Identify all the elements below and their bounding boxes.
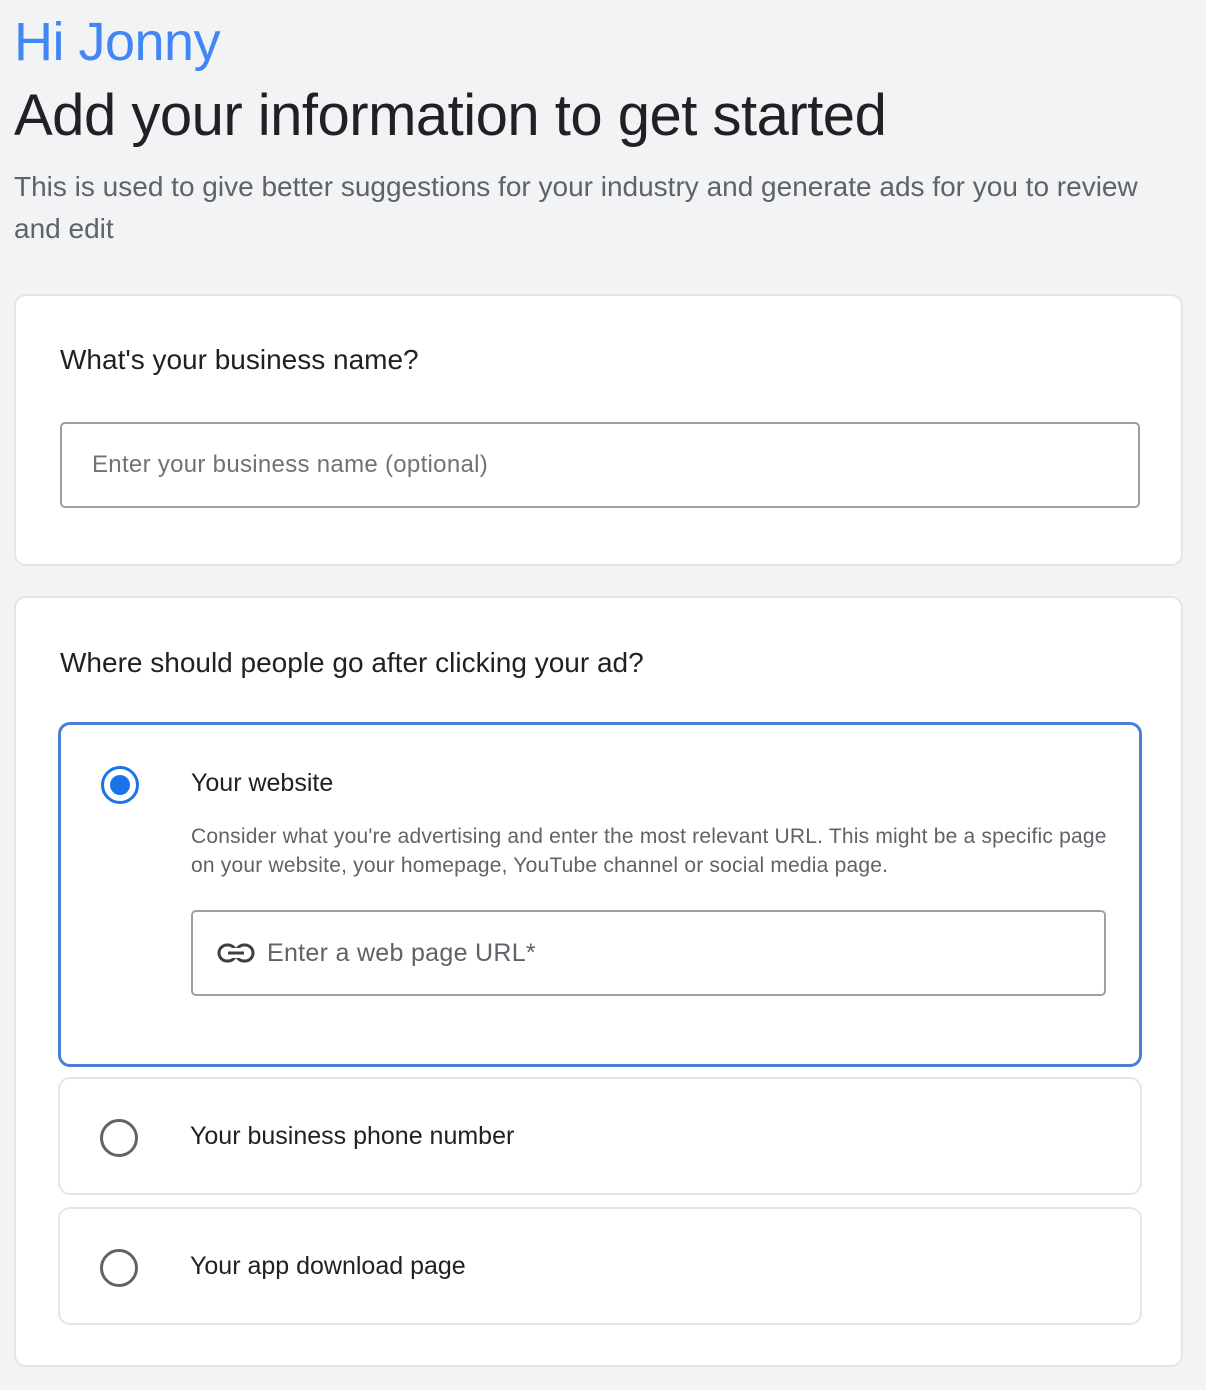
website-radio[interactable] (101, 766, 139, 804)
url-placeholder: Enter a web page URL* (267, 938, 536, 967)
business-name-card: What's your business name? Enter your bu… (14, 294, 1183, 566)
page: Hi Jonny Add your information to get sta… (0, 0, 1206, 1390)
option-website-label: Your website (191, 769, 334, 797)
business-name-question: What's your business name? (60, 344, 419, 375)
app-radio[interactable] (100, 1249, 138, 1287)
option-phone[interactable]: Your business phone number (58, 1077, 1142, 1195)
option-phone-label: Your business phone number (190, 1122, 515, 1150)
link-icon (217, 943, 255, 963)
page-title: Add your information to get started (14, 83, 887, 148)
greeting: Hi Jonny (14, 12, 221, 72)
business-name-input[interactable]: Enter your business name (optional) (60, 422, 1140, 508)
url-input[interactable]: Enter a web page URL* (191, 910, 1106, 996)
option-website[interactable]: Your website Consider what you're advert… (58, 722, 1142, 1067)
ad-destination-card: Where should people go after clicking yo… (14, 596, 1183, 1367)
option-website-description: Consider what you're advertising and ent… (191, 825, 1107, 877)
ad-destination-question: Where should people go after clicking yo… (60, 647, 644, 678)
option-app-label: Your app download page (190, 1252, 466, 1280)
phone-radio[interactable] (100, 1119, 138, 1157)
business-name-placeholder: Enter your business name (optional) (92, 451, 489, 478)
option-app[interactable]: Your app download page (58, 1207, 1142, 1325)
page-subtitle: This is used to give better suggestions … (14, 171, 1138, 244)
